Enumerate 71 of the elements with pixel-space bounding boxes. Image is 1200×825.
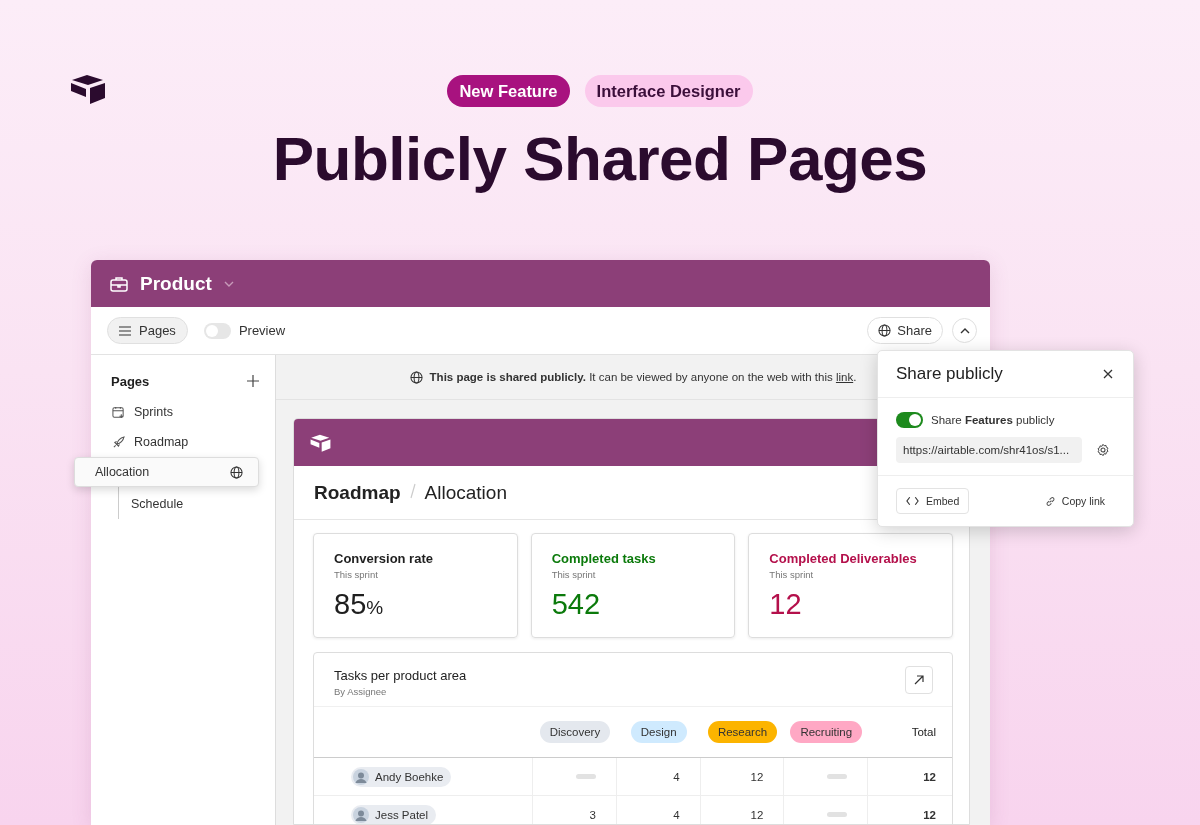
stat-title: Conversion rate (334, 551, 433, 566)
table-cell: 4 (673, 808, 680, 821)
settings-icon[interactable] (1096, 443, 1110, 457)
copy-link-button[interactable]: Copy link (1044, 495, 1115, 507)
table-cell: 12 (750, 808, 764, 821)
headline: Publicly Shared Pages (272, 125, 928, 194)
table-cell: 12 (923, 808, 936, 821)
table-subtitle: By Assignee (334, 686, 388, 697)
chevron-up-icon (959, 327, 970, 334)
column-tag: Research (707, 721, 778, 743)
rocket-icon (112, 435, 125, 449)
share-toggle[interactable] (896, 412, 923, 428)
logo-icon (310, 433, 331, 452)
stat-subtitle: This sprint (769, 569, 814, 580)
assignee-chip: Jess Patel (351, 804, 437, 824)
stat-title: Completed tasks (551, 551, 656, 566)
sidebar-item[interactable]: Roadmap (91, 427, 275, 457)
embed-button[interactable]: Embed (896, 488, 970, 514)
share-toggle-label: Share Features publicly (931, 414, 1055, 426)
menu-icon (119, 325, 131, 336)
share-button[interactable]: Share (867, 317, 943, 344)
calendar-icon (112, 405, 125, 419)
assignee-chip: Andy Boehke (351, 766, 452, 787)
globe-icon (409, 370, 423, 384)
avatar-icon (353, 768, 369, 785)
arrow-icon (914, 675, 924, 685)
sidebar-title: Pages (111, 373, 150, 389)
column-tag: Recruiting (790, 721, 863, 743)
empty-value-dash (575, 774, 596, 779)
feature-tag: Interface Designer (584, 75, 753, 107)
banner-message: This page is shared publicly. It can be viewed by anyone on the web with this link. (429, 371, 857, 383)
column-tag: Design (630, 721, 687, 743)
preview-toggle[interactable] (203, 322, 231, 339)
sidebar-item[interactable]: Schedule (119, 489, 275, 519)
stat-value: 12 (769, 587, 802, 621)
url-field[interactable]: https://airtable.com/shr41os/s1... (896, 437, 1082, 463)
globe-icon (878, 324, 892, 337)
feature-tag: New Feature (447, 75, 570, 107)
stat-title: Completed Deliverables (769, 551, 917, 566)
plus-icon[interactable] (247, 375, 259, 387)
logo-icon (70, 74, 106, 104)
breadcrumb-item: Allocation (424, 481, 507, 504)
dragged-page-item[interactable]: Allocation (74, 457, 259, 487)
pages-button[interactable]: Pages (107, 317, 188, 344)
chevron-down-icon[interactable] (223, 280, 234, 287)
stat-subtitle: This sprint (551, 569, 596, 580)
code-icon (906, 496, 919, 506)
preview-label: Preview (238, 323, 286, 338)
collapse-button[interactable] (952, 318, 977, 343)
briefcase-icon (110, 275, 128, 292)
table-cell: 12 (923, 770, 936, 783)
empty-value-dash (827, 812, 848, 817)
globe-icon (230, 465, 243, 479)
column-tag: Discovery (539, 721, 611, 743)
sidebar-item[interactable]: Sprints (91, 397, 275, 427)
close-icon[interactable] (1103, 369, 1113, 379)
stat-value: 542 (551, 587, 601, 621)
breadcrumb-item[interactable]: Roadmap (314, 481, 401, 504)
empty-value-dash (827, 774, 848, 779)
link-icon (1044, 495, 1056, 507)
table-cell: 4 (673, 770, 680, 783)
expand-button[interactable] (905, 666, 933, 694)
popover-title: Share publicly (896, 364, 1003, 384)
table-cell: 3 (589, 808, 596, 821)
avatar-icon (353, 806, 369, 823)
stat-subtitle: This sprint (334, 569, 378, 580)
stat-value: 85% (334, 587, 384, 622)
table-title: Tasks per product area (334, 668, 467, 683)
table-cell: 12 (750, 770, 764, 783)
column-header: Total (911, 726, 936, 738)
window-title: Product (140, 272, 212, 295)
